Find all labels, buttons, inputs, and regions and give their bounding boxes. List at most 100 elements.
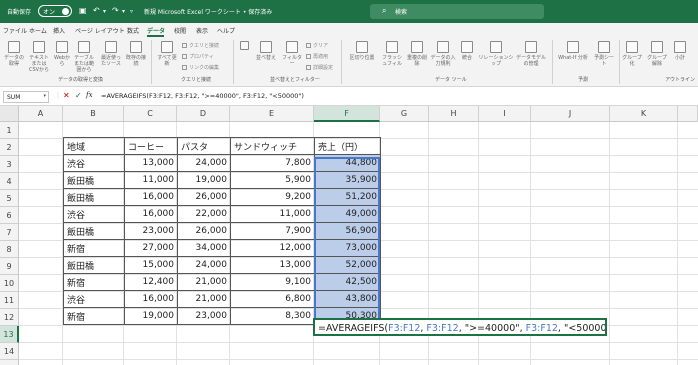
- cell-region[interactable]: 飯田橋: [63, 222, 125, 240]
- cell-coffee[interactable]: 15,000: [124, 256, 178, 274]
- cell-pasta[interactable]: 34,000: [177, 239, 231, 257]
- sort-button[interactable]: 並べ替え: [255, 41, 277, 61]
- data-model-button[interactable]: データモデルの管理: [516, 41, 546, 67]
- cell-pasta[interactable]: 19,000: [177, 171, 231, 189]
- consolidate-button[interactable]: 統合: [459, 41, 475, 61]
- cell-sandwich[interactable]: 5,900: [230, 171, 315, 189]
- cell-pasta[interactable]: 21,000: [177, 273, 231, 291]
- save-icon[interactable]: ▣: [79, 6, 87, 15]
- cell-sandwich[interactable]: 7,800: [230, 154, 315, 172]
- recent-sources-button[interactable]: 最近使ったソース: [99, 41, 123, 67]
- cell-pasta[interactable]: 23,000: [177, 307, 231, 325]
- header-pasta[interactable]: パスタ: [177, 137, 231, 155]
- customize-qat-icon[interactable]: ▿: [130, 8, 133, 15]
- cell-coffee[interactable]: 11,000: [124, 171, 178, 189]
- column-header-i[interactable]: I: [479, 106, 531, 122]
- row-header-1[interactable]: 1: [0, 122, 19, 139]
- insert-function-icon[interactable]: fx: [86, 91, 93, 99]
- cell-pasta[interactable]: 26,000: [177, 222, 231, 240]
- relationships-button[interactable]: リレーションシップ: [478, 41, 514, 67]
- redo-dropdown-icon[interactable]: ▾: [122, 8, 125, 15]
- cell-sales[interactable]: 52,000: [314, 256, 381, 274]
- row-header-15[interactable]: 15: [0, 360, 19, 365]
- cell-region[interactable]: 飯田橋: [63, 256, 125, 274]
- cancel-icon[interactable]: ✕: [63, 91, 70, 100]
- cell-coffee[interactable]: 16,000: [124, 290, 178, 308]
- cell-sandwich[interactable]: 6,800: [230, 290, 315, 308]
- cell-sandwich[interactable]: 13,000: [230, 256, 315, 274]
- row-header-5[interactable]: 5: [0, 190, 19, 207]
- select-all-button[interactable]: [0, 106, 19, 122]
- tab-insert[interactable]: 挿入: [53, 26, 65, 35]
- column-header-d[interactable]: D: [177, 106, 230, 122]
- column-header-c[interactable]: C: [124, 106, 177, 122]
- row-header-6[interactable]: 6: [0, 207, 19, 224]
- cell-pasta[interactable]: 21,000: [177, 290, 231, 308]
- ungroup-button[interactable]: グループ解除: [645, 41, 669, 67]
- tab-review[interactable]: 校閲: [174, 26, 186, 35]
- cell-pasta[interactable]: 26,000: [177, 188, 231, 206]
- sort-az-button[interactable]: [237, 41, 251, 52]
- cell-region[interactable]: 渋谷: [63, 205, 125, 223]
- column-header-a[interactable]: A: [19, 106, 63, 122]
- reapply-button[interactable]: 再適用: [306, 53, 328, 60]
- row-header-11[interactable]: 11: [0, 292, 19, 309]
- cell-region[interactable]: 新宿: [63, 307, 125, 325]
- row-header-13[interactable]: 13: [0, 326, 19, 343]
- formula-input[interactable]: =AVERAGEIFS(F3:F12, F3:F12, ">=40000", F…: [101, 92, 304, 100]
- flash-fill-button[interactable]: フラッシュフィル: [380, 41, 404, 67]
- cell-coffee[interactable]: 23,000: [124, 222, 178, 240]
- enter-icon[interactable]: ✓: [75, 91, 82, 100]
- chevron-down-icon[interactable]: ▾: [43, 93, 46, 99]
- cell-region[interactable]: 渋谷: [63, 290, 125, 308]
- cell-coffee[interactable]: 16,000: [124, 188, 178, 206]
- row-header-2[interactable]: 2: [0, 139, 19, 156]
- row-header-10[interactable]: 10: [0, 275, 19, 292]
- cell-region[interactable]: 飯田橋: [63, 188, 125, 206]
- header-region[interactable]: 地域: [63, 137, 125, 155]
- column-header-g[interactable]: G: [380, 106, 429, 122]
- cell-coffee[interactable]: 13,000: [124, 154, 178, 172]
- filter-button[interactable]: フィルター: [281, 41, 303, 67]
- cell-sandwich[interactable]: 9,200: [230, 188, 315, 206]
- cell-coffee[interactable]: 12,400: [124, 273, 178, 291]
- text-to-columns-button[interactable]: 区切り位置: [347, 41, 377, 61]
- row-header-7[interactable]: 7: [0, 224, 19, 241]
- cell-sales[interactable]: 56,900: [314, 222, 381, 240]
- group-button[interactable]: グループ化: [622, 41, 642, 67]
- row-header-3[interactable]: 3: [0, 156, 19, 173]
- column-header-f[interactable]: F: [314, 106, 380, 122]
- row-header-4[interactable]: 4: [0, 173, 19, 190]
- cell-sales[interactable]: 49,000: [314, 205, 381, 223]
- data-validation-button[interactable]: データの入力規則: [430, 41, 456, 67]
- cell-sandwich[interactable]: 9,100: [230, 273, 315, 291]
- tab-formulas[interactable]: 数式: [127, 26, 139, 35]
- cell-pasta[interactable]: 22,000: [177, 205, 231, 223]
- cell-coffee[interactable]: 27,000: [124, 239, 178, 257]
- forecast-sheet-button[interactable]: 予測シート: [593, 41, 615, 67]
- column-header-h[interactable]: H: [429, 106, 479, 122]
- cell-pasta[interactable]: 24,000: [177, 256, 231, 274]
- cell-sales[interactable]: 44,800: [314, 154, 381, 172]
- cell-coffee[interactable]: 19,000: [124, 307, 178, 325]
- search-box[interactable]: ⌕ 検索: [370, 4, 544, 19]
- cell-coffee[interactable]: 16,000: [124, 205, 178, 223]
- remove-duplicates-button[interactable]: 重複の削除: [406, 41, 428, 67]
- column-header-l[interactable]: [678, 106, 698, 122]
- from-web-button[interactable]: Webから: [54, 41, 70, 67]
- cell-sandwich[interactable]: 11,000: [230, 205, 315, 223]
- header-coffee[interactable]: コーヒー: [124, 137, 178, 155]
- from-table-button[interactable]: テーブルまたは範囲から: [72, 41, 96, 73]
- row-header-12[interactable]: 12: [0, 309, 19, 326]
- cell-region[interactable]: 新宿: [63, 273, 125, 291]
- properties-button[interactable]: プロパティ: [182, 53, 214, 60]
- tab-data[interactable]: データ: [147, 26, 165, 35]
- name-box[interactable]: SUM ▾: [3, 91, 49, 103]
- active-cell-editor[interactable]: =AVERAGEIFS(F3:F12, F3:F12, ">=40000", F…: [313, 318, 607, 336]
- redo-icon[interactable]: ↷: [112, 6, 119, 15]
- subtotal-button[interactable]: 小計: [672, 41, 688, 61]
- autosave-toggle[interactable]: オン: [38, 5, 72, 17]
- cell-sandwich[interactable]: 7,900: [230, 222, 315, 240]
- advanced-button[interactable]: 詳細設定: [306, 64, 333, 71]
- row-header-8[interactable]: 8: [0, 241, 19, 258]
